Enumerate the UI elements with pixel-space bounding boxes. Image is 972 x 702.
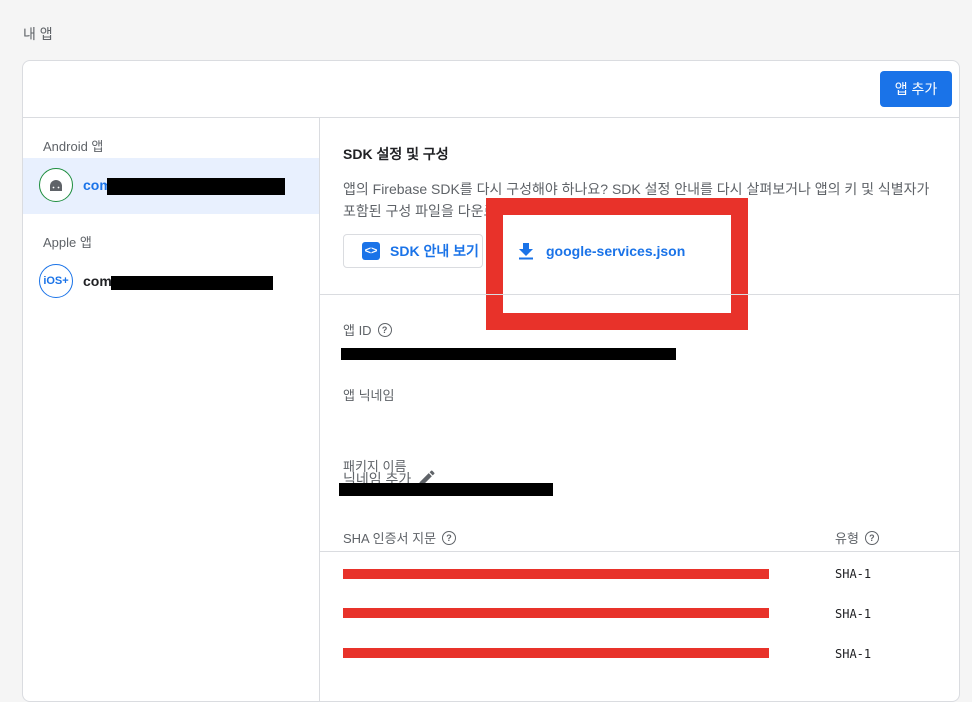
app-detail-panel: SDK 설정 및 구성 앱의 Firebase SDK를 다시 구성해야 하나요… [320, 118, 959, 701]
type-label-text: 유형 [835, 531, 859, 546]
apple-group-label: Apple 앱 [43, 235, 92, 250]
sha-label: SHA 인증서 지문 ? [343, 528, 457, 547]
redacted-sha-2 [343, 608, 769, 618]
android-group-label: Android 앱 [43, 139, 104, 154]
add-app-button[interactable]: 앱 추가 [880, 71, 952, 107]
sha-type-1: SHA-1 [835, 567, 872, 581]
download-label: google-services.json [546, 243, 686, 259]
page-title: 내 앱 [23, 26, 53, 42]
sha-type-2: SHA-1 [835, 607, 872, 621]
highlight-box [486, 198, 748, 330]
redacted-android-package [107, 178, 285, 195]
view-sdk-button[interactable]: <> SDK 안내 보기 [343, 234, 483, 268]
view-sdk-label: SDK 안내 보기 [390, 243, 479, 259]
redacted-app-id [341, 348, 676, 360]
ios-icon: iOS+ [39, 264, 73, 298]
sidebar-item-android-app[interactable]: com [23, 158, 319, 214]
help-icon[interactable]: ? [377, 322, 392, 337]
redacted-ios-bundle [111, 276, 273, 290]
section-divider [320, 294, 959, 295]
sha-label-text: SHA 인증서 지문 [343, 531, 437, 546]
redacted-sha-3 [343, 648, 769, 658]
ios-app-name: com [83, 273, 112, 289]
sha-table-divider [320, 551, 959, 552]
sidebar-item-ios-app[interactable]: iOS+ com [23, 254, 319, 310]
card-header: 앱 추가 [23, 61, 959, 118]
redacted-sha-1 [343, 569, 769, 579]
app-sidebar: Android 앱 com Apple 앱 iOS+ com [23, 118, 320, 701]
app-id-label: 앱 ID ? [343, 320, 392, 339]
nickname-label: 앱 닉네임 [343, 388, 395, 403]
download-config-link[interactable]: google-services.json [518, 242, 685, 260]
app-id-label-text: 앱 ID [343, 323, 372, 338]
apps-card: 앱 추가 Android 앱 com Apple 앱 iOS+ com SDK … [22, 60, 960, 702]
sha-type-3: SHA-1 [835, 647, 872, 661]
download-icon [519, 243, 533, 260]
code-icon: <> [362, 242, 380, 260]
help-icon[interactable]: ? [864, 530, 879, 545]
android-icon [39, 168, 73, 202]
sdk-section-title: SDK 설정 및 구성 [343, 146, 449, 162]
help-icon[interactable]: ? [442, 530, 457, 545]
package-label: 패키지 이름 [343, 459, 407, 474]
redacted-package-name [339, 483, 553, 496]
type-label: 유형 ? [835, 528, 879, 547]
